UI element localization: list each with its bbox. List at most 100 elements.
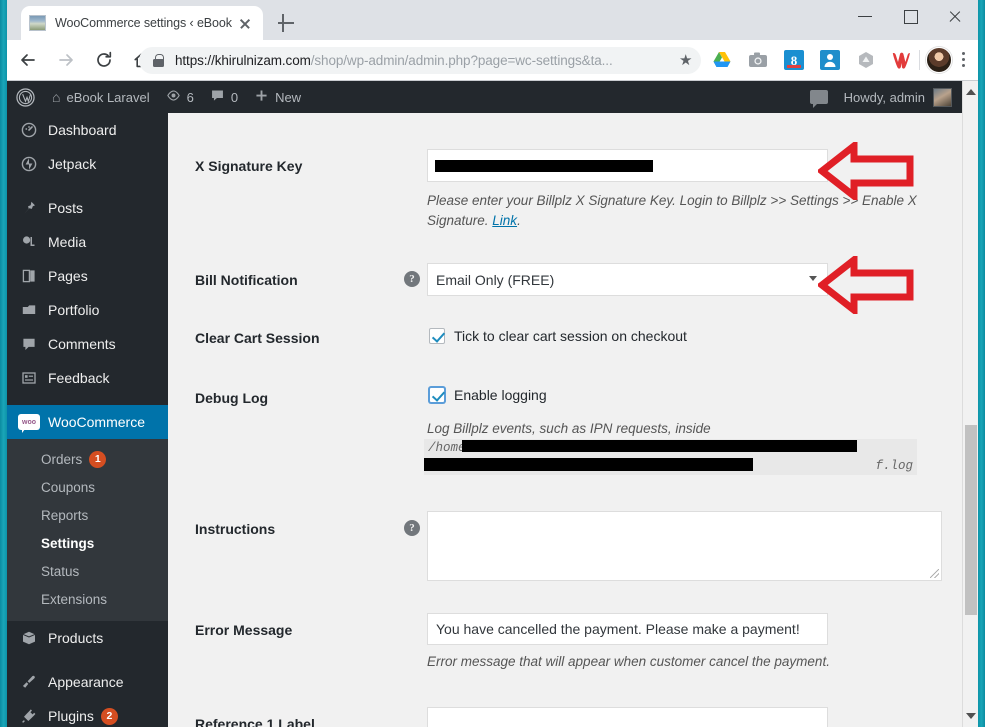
secure-lock-icon (153, 54, 164, 67)
orders-badge: 1 (89, 450, 107, 468)
help-question-icon[interactable]: ? (404, 271, 420, 287)
sidebar-item-label: Media (48, 234, 87, 250)
plus-icon (254, 88, 269, 106)
updates-count: 6 (186, 89, 194, 105)
billplz-link[interactable]: Link (492, 213, 517, 228)
sidebar-separator (7, 655, 168, 665)
comments-link[interactable]: 0 (202, 81, 246, 113)
sidebar-item-label: Jetpack (48, 156, 97, 172)
site-name-label: eBook Laravel (66, 89, 150, 105)
settings-form: X Signature Key Please enter your Billpl… (168, 113, 962, 727)
comments-count: 0 (230, 89, 239, 105)
wordpress-logo-icon[interactable] (7, 81, 44, 113)
speech-bubble-icon[interactable] (809, 90, 828, 108)
instructions-label: Instructions (195, 521, 276, 537)
profile-avatar[interactable] (926, 47, 952, 73)
new-content-link[interactable]: New (246, 81, 309, 113)
sidebar-item-media[interactable]: Media (7, 225, 168, 259)
minimize-button[interactable] (843, 0, 888, 32)
instructions-textarea[interactable] (427, 511, 942, 581)
sidebar-item-coupons[interactable]: Coupons (7, 473, 168, 501)
scroll-up-arrow-icon[interactable] (966, 89, 976, 95)
feedback-icon (17, 370, 41, 386)
tab-strip: WooCommerce settings ‹ eBook (7, 0, 978, 40)
debug-log-checkbox-group[interactable]: Enable logging (429, 387, 547, 403)
clear-cart-checkbox[interactable] (429, 328, 445, 344)
pin-icon (17, 200, 41, 216)
debug-log-desc-text: Log Billplz events, such as IPN requests… (427, 421, 711, 436)
red-w-extension-icon[interactable] (891, 49, 913, 71)
submenu-label: Settings (41, 535, 95, 551)
new-tab-button[interactable] (275, 12, 297, 34)
dashboard-icon (17, 122, 41, 138)
bill-notification-selected-value: Email Only (FREE) (436, 271, 555, 288)
red-arrow-pointing-to-bill-notification-select (818, 256, 914, 314)
blue-contact-extension-icon[interactable] (819, 49, 841, 71)
sidebar-item-appearance[interactable]: Appearance (7, 665, 168, 699)
sidebar-item-label: Products (48, 630, 104, 646)
window-close-button[interactable] (933, 0, 978, 32)
toolbar-divider (919, 50, 920, 70)
sidebar-item-label: Feedback (48, 370, 110, 386)
media-icon (17, 234, 41, 250)
error-message-input[interactable]: You have cancelled the payment. Please m… (427, 613, 828, 645)
sidebar-item-plugins[interactable]: Plugins 2 (7, 699, 168, 727)
back-icon[interactable] (11, 43, 45, 77)
sidebar-item-status[interactable]: Status (7, 557, 168, 585)
redaction-bar (435, 160, 653, 172)
updates-link[interactable]: 6 (158, 81, 202, 113)
scrollbar-thumb[interactable] (965, 425, 977, 615)
debug-log-checkbox[interactable] (429, 387, 445, 403)
submenu-label: Status (41, 563, 80, 579)
google-drive-icon[interactable] (711, 49, 733, 71)
forward-icon[interactable] (49, 43, 83, 77)
page-viewport: ⌂ eBook Laravel 6 0 New Howdy, admin Das… (7, 81, 978, 727)
kebab-menu-icon[interactable] (962, 49, 966, 71)
howdy-label[interactable]: Howdy, admin (844, 90, 925, 105)
submenu-label: Reports (41, 507, 89, 523)
sidebar-item-settings[interactable]: Settings (7, 529, 168, 557)
clear-cart-session-label: Clear Cart Session (195, 330, 320, 346)
sidebar-item-portfolio[interactable]: Portfolio (7, 293, 168, 327)
sidebar-item-products[interactable]: Products (7, 621, 168, 655)
home-icon: ⌂ (52, 89, 61, 105)
sidebar-item-pages[interactable]: Pages (7, 259, 168, 293)
site-name-link[interactable]: ⌂ eBook Laravel (44, 81, 158, 113)
gray-diamond-extension-icon[interactable] (855, 49, 877, 71)
sidebar-item-label: Appearance (48, 674, 124, 690)
bill-notification-label: Bill Notification (195, 272, 298, 288)
bookmark-star-icon[interactable]: ★ (679, 53, 692, 68)
window-controls (843, 0, 978, 40)
sidebar-item-label: Plugins (48, 708, 94, 724)
portfolio-icon (17, 302, 41, 318)
sidebar-item-label: Pages (48, 268, 88, 284)
blue-extension-icon[interactable]: 8 (783, 49, 805, 71)
sidebar-item-feedback[interactable]: Feedback (7, 361, 168, 395)
avatar[interactable] (933, 87, 952, 107)
scroll-down-arrow-icon[interactable] (966, 713, 976, 719)
sidebar-item-orders[interactable]: Orders 1 (7, 445, 168, 473)
reload-icon[interactable] (87, 43, 121, 77)
browser-tab[interactable]: WooCommerce settings ‹ eBook (21, 6, 263, 40)
chevron-down-icon (809, 276, 817, 281)
sidebar-item-dashboard[interactable]: Dashboard (7, 113, 168, 147)
address-bar[interactable]: https://khirulnizam.com/shop/wp-admin/ad… (139, 47, 701, 74)
debug-log-checkbox-label: Enable logging (454, 387, 547, 403)
clear-cart-checkbox-label: Tick to clear cart session on checkout (454, 328, 687, 344)
sidebar-item-jetpack[interactable]: Jetpack (7, 147, 168, 181)
reference-1-input[interactable] (427, 707, 828, 727)
maximize-button[interactable] (888, 0, 933, 32)
page-scrollbar[interactable] (962, 81, 978, 727)
error-message-description: Error message that will appear when cust… (427, 654, 830, 669)
sidebar-item-label: WooCommerce (48, 414, 145, 430)
clear-cart-checkbox-group[interactable]: Tick to clear cart session on checkout (429, 328, 687, 344)
sidebar-item-reports[interactable]: Reports (7, 501, 168, 529)
sidebar-item-extensions[interactable]: Extensions (7, 585, 168, 613)
sidebar-item-woocommerce[interactable]: woo WooCommerce (7, 405, 176, 439)
sidebar-item-posts[interactable]: Posts (7, 191, 168, 225)
bill-notification-select[interactable]: Email Only (FREE) (427, 263, 828, 296)
screenshot-camera-icon[interactable] (747, 49, 769, 71)
sidebar-item-comments[interactable]: Comments (7, 327, 168, 361)
close-icon[interactable] (235, 13, 255, 33)
help-question-icon[interactable]: ? (404, 520, 420, 536)
